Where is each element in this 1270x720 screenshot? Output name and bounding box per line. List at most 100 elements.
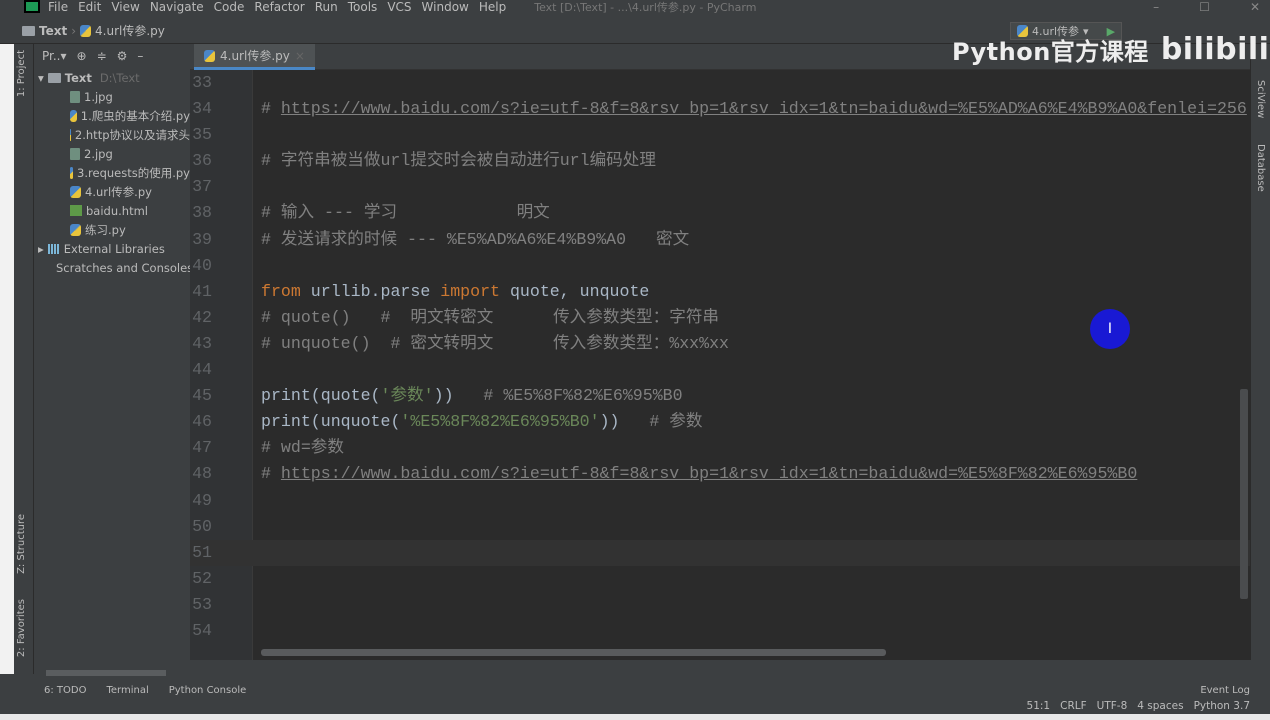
menu-tools[interactable]: Tools: [348, 0, 378, 14]
line-number: 53: [192, 594, 212, 614]
python-file-icon: [80, 24, 92, 37]
menu-refactor[interactable]: Refactor: [254, 0, 304, 14]
code-token: #: [261, 99, 281, 119]
minimize-button[interactable]: –: [1153, 0, 1159, 14]
code-editor[interactable]: 4.url传参.py × 33 34 # https://www.baidu.com/…: [190, 44, 1250, 660]
menu-edit[interactable]: Edit: [78, 0, 101, 14]
tree-file[interactable]: 1.jpg: [34, 87, 190, 106]
tree-file[interactable]: 3.requests的使用.py: [34, 163, 190, 182]
code-text: # 输入 --- 学习 明文: [261, 200, 550, 226]
code-token: quote, unquote: [500, 281, 650, 301]
menu-window[interactable]: Window: [422, 0, 469, 14]
window-title: Text [D:\Text] - ...\4.url传参.py - PyChar…: [534, 0, 757, 14]
editor-tab[interactable]: 4.url传参.py ×: [194, 44, 315, 70]
todo-tool-button[interactable]: 6: TODO: [44, 685, 86, 696]
close-tab-icon[interactable]: ×: [295, 49, 305, 63]
editor-horizontal-scrollbar[interactable]: [261, 649, 886, 656]
code-line[interactable]: 47 # wd=参数: [190, 435, 1250, 461]
code-line[interactable]: 54: [190, 618, 1250, 644]
tree-scratches[interactable]: Scratches and Consoles: [34, 258, 190, 277]
code-line[interactable]: 37: [190, 174, 1250, 200]
python-console-tool-button[interactable]: Python Console: [169, 685, 247, 696]
close-button[interactable]: ✕: [1250, 0, 1260, 14]
menu-vcs[interactable]: VCS: [387, 0, 411, 14]
watermark: Python官方课程 bilibili: [952, 32, 1270, 67]
line-number: 37: [192, 177, 212, 197]
code-line[interactable]: 38 # 输入 --- 学习 明文: [190, 200, 1250, 226]
line-number: 40: [192, 255, 212, 275]
event-log-button[interactable]: Event Log: [1200, 685, 1250, 696]
breadcrumb-file[interactable]: 4.url传参.py: [95, 22, 165, 39]
code-text: print(unquote('%E5%8F%82%E6%95%B0')) # 参…: [261, 409, 703, 435]
code-line[interactable]: 50: [190, 514, 1250, 540]
project-view-dropdown[interactable]: Pr..▾: [42, 49, 67, 63]
tree-root[interactable]: ▾ Text D:\Text: [34, 68, 190, 87]
code-line[interactable]: 52: [190, 566, 1250, 592]
code-token: # wd=参数: [261, 438, 344, 458]
maximize-button[interactable]: ☐: [1199, 0, 1210, 14]
file-encoding[interactable]: UTF-8: [1097, 700, 1128, 714]
code-line[interactable]: 51: [190, 539, 1250, 566]
image-file-icon: [70, 147, 80, 160]
code-token: # quote() # 明文转密文 传入参数类型：字符串: [261, 307, 720, 327]
menu-view[interactable]: View: [111, 0, 139, 14]
tree-file[interactable]: baidu.html: [34, 201, 190, 220]
python-file-icon: [70, 185, 81, 198]
code-line[interactable]: 36 # 字符串被当做url提交时会被自动进行url编码处理: [190, 148, 1250, 174]
python-file-icon: [204, 49, 215, 62]
python-interpreter[interactable]: Python 3.7: [1194, 700, 1250, 714]
tab-structure[interactable]: Z: Structure: [16, 514, 27, 574]
library-icon: [47, 243, 60, 254]
code-line[interactable]: 33: [190, 70, 1250, 96]
breadcrumb-project[interactable]: Text: [39, 24, 67, 38]
code-token: )): [433, 386, 484, 406]
line-number: 54: [192, 620, 212, 640]
tree-file[interactable]: 2.http协议以及请求头: [34, 125, 190, 144]
tree-file[interactable]: 练习.py: [34, 220, 190, 239]
code-line[interactable]: 41 from urllib.parse import quote, unquot…: [190, 279, 1250, 305]
code-token: )): [599, 412, 650, 432]
project-panel: Pr..▾ ⊕ ≑ ⚙ – ▾ Text D:\Text 1.jpg 1.爬虫的基本…: [34, 44, 190, 674]
tree-file[interactable]: 2.jpg: [34, 144, 190, 163]
code-line[interactable]: 45 print(quote('参数')) # %E5%8F%82%E6%95%B…: [190, 383, 1250, 409]
gear-icon[interactable]: ⚙: [117, 49, 128, 63]
code-line[interactable]: 40: [190, 253, 1250, 279]
line-number: 46: [192, 412, 212, 432]
line-number: 44: [192, 360, 212, 380]
tab-favorites[interactable]: 2: Favorites: [16, 599, 27, 657]
code-line[interactable]: 53: [190, 592, 1250, 618]
code-line[interactable]: 44: [190, 357, 1250, 383]
code-text: # 字符串被当做url提交时会被自动进行url编码处理: [261, 148, 656, 174]
tree-external-libraries[interactable]: ▸ External Libraries: [34, 239, 190, 258]
code-text: print(quote('参数')) # %E5%8F%82%E6%95%B0: [261, 383, 683, 409]
menu-navigate[interactable]: Navigate: [150, 0, 204, 14]
code-line[interactable]: 48 # https://www.baidu.com/s?ie=utf-8&f=8…: [190, 461, 1250, 487]
cursor-position[interactable]: 51:1: [1027, 700, 1051, 714]
menu-run[interactable]: Run: [315, 0, 338, 14]
menu-help[interactable]: Help: [479, 0, 506, 14]
editor-vertical-scrollbar[interactable]: [1240, 389, 1248, 599]
code-line[interactable]: 39 # 发送请求的时候 --- %E5%AD%A6%E4%B9%A0 密文: [190, 227, 1250, 253]
mouse-cursor-indicator: I: [1090, 309, 1130, 349]
project-scrollbar[interactable]: [46, 670, 166, 676]
code-token: print(unquote(: [261, 412, 401, 432]
code-line[interactable]: 46 print(unquote('%E5%8F%82%E6%95%B0')) #…: [190, 409, 1250, 435]
indent-setting[interactable]: 4 spaces: [1137, 700, 1183, 714]
terminal-tool-button[interactable]: Terminal: [106, 685, 148, 696]
collapse-icon[interactable]: ≑: [97, 49, 107, 63]
code-line[interactable]: 34 # https://www.baidu.com/s?ie=utf-8&f=8…: [190, 96, 1250, 122]
code-line[interactable]: 35: [190, 122, 1250, 148]
code-line[interactable]: 49: [190, 488, 1250, 514]
locate-icon[interactable]: ⊕: [77, 49, 87, 63]
line-separator[interactable]: CRLF: [1060, 700, 1087, 714]
hide-icon[interactable]: –: [137, 49, 143, 63]
tab-project[interactable]: 1: Project: [16, 50, 27, 97]
tab-sciview[interactable]: SciView: [1255, 80, 1266, 118]
menu-code[interactable]: Code: [214, 0, 245, 14]
menu-file[interactable]: File: [48, 0, 68, 14]
line-number: 38: [192, 203, 212, 223]
tab-database[interactable]: Database: [1255, 144, 1266, 192]
tree-file[interactable]: 4.url传参.py: [34, 182, 190, 201]
tree-file[interactable]: 1.爬虫的基本介绍.py: [34, 106, 190, 125]
bottom-tool-bar: 6: TODO Terminal Python Console Event Lo…: [14, 680, 1270, 700]
